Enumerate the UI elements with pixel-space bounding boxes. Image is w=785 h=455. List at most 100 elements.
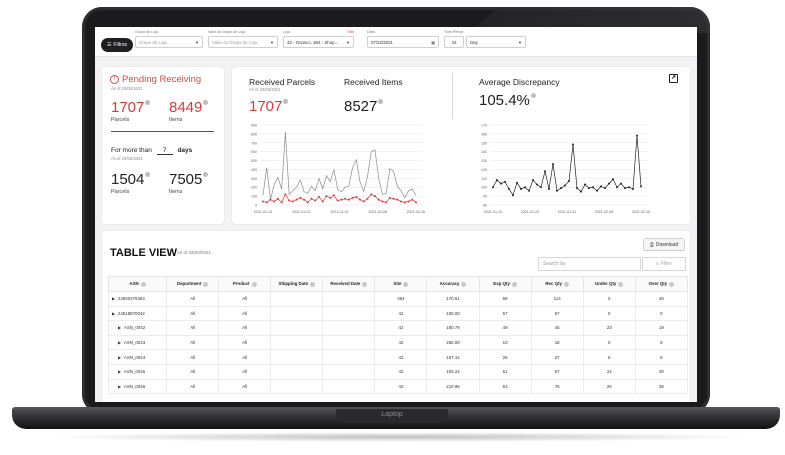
table-row[interactable]: ▶ ASN_0043 All All 42 265.00 10 18 0 8: [107, 334, 689, 351]
period-unit-select[interactable]: Day ▼: [466, 36, 526, 48]
filter-bar: ☰ Filtros Grupo de Loja Grupo de Loja ▼ V…: [95, 27, 697, 57]
expand-row-icon[interactable]: ▶: [118, 370, 121, 374]
expand-row-icon[interactable]: ▶: [112, 312, 115, 316]
table-cell: All: [166, 320, 220, 336]
table-cell: ▶ 24518870042: [107, 305, 168, 322]
info-icon: [145, 172, 151, 177]
search-input[interactable]: Search by: [538, 257, 641, 271]
store-group-select[interactable]: Grupo de Loja ▼: [135, 36, 203, 48]
expand-row-icon[interactable]: ▶: [112, 297, 115, 301]
data-point: [564, 184, 566, 187]
download-icon: ⎙: [649, 241, 654, 248]
column-header[interactable]: Site: [374, 276, 428, 292]
data-point: [377, 198, 380, 201]
column-header[interactable]: ASN: [107, 276, 168, 292]
discrepancy-title: Average Discrepancy: [479, 77, 560, 87]
data-point: [508, 188, 510, 190]
table-cell: [322, 305, 376, 322]
data-point: [588, 187, 590, 190]
table-cell: All: [166, 334, 220, 351]
expand-row-icon[interactable]: ▶: [118, 341, 121, 345]
filter-date: Data 07/22/2021 ▦: [367, 30, 439, 48]
data-point: [310, 197, 313, 200]
info-icon: [251, 281, 257, 287]
date-input[interactable]: 07/22/2021 ▦: [367, 36, 439, 48]
data-point: [584, 183, 586, 186]
table-cell: 0: [582, 334, 636, 351]
column-header[interactable]: Received Date: [322, 276, 376, 292]
received-parcels-title: Received Parcels: [249, 77, 316, 87]
data-point: [572, 143, 574, 146]
data-point: [592, 186, 594, 189]
table-as-of: As of 23/02/2021: [177, 250, 212, 255]
filter-button[interactable]: ≡ Filter: [642, 257, 686, 271]
column-header[interactable]: Department: [166, 276, 220, 292]
time-period-input[interactable]: 42: [444, 36, 464, 48]
dashboard-screen: ☰ Filtros Grupo de Loja Grupo de Loja ▼ V…: [95, 27, 697, 402]
table-row[interactable]: ▶ ASN_0046 All All 42 210.95 63 76 25 36: [107, 378, 689, 395]
data-point: [359, 198, 362, 201]
table-row[interactable]: ▶ 24518870042 All All 42 100.00 57 57 0 0: [107, 305, 689, 322]
data-point: [314, 199, 317, 202]
table-cell: 0: [634, 305, 689, 322]
data-point: [284, 193, 287, 196]
column-header[interactable]: Rec Qty: [530, 276, 584, 292]
table-row[interactable]: ▶ ASN_0042 All All 42 180.79 49 45 23 19: [107, 320, 689, 336]
x-tick-label: 2021-01-23: [521, 210, 539, 214]
store-group-value-select[interactable]: Valor do Grupo de Loja ▼: [208, 36, 278, 48]
data-point: [370, 193, 373, 196]
more-items-value: 7505: [169, 172, 209, 188]
y-tick-label: 170: [481, 124, 487, 128]
pending-parcels-label: Parcels: [111, 117, 130, 123]
table-row[interactable]: ▶ ASN_0045 All All 42 193.24 61 67 24 30: [107, 363, 689, 380]
discrepancy-value: 105.4%: [479, 93, 536, 109]
table-cell: 30: [634, 363, 689, 380]
table-row[interactable]: ▶ ASN_0044 All All 42 157.14 25 27 6 8: [107, 349, 689, 365]
table-cell: All: [218, 291, 272, 307]
data-point: [317, 196, 320, 198]
table-cell: [322, 363, 376, 380]
table-cell: 100.00: [426, 305, 480, 322]
data-point: [580, 190, 582, 193]
info-icon: [461, 281, 467, 287]
days-input[interactable]: 7: [156, 147, 173, 155]
column-header[interactable]: Under Qty: [582, 276, 636, 292]
column-header[interactable]: Accuracy: [426, 276, 480, 292]
expand-row-icon[interactable]: ▶: [118, 356, 121, 360]
store-select[interactable]: 42 - Osasco, 364 - Shop... ▼: [283, 36, 354, 48]
table-cell: 42: [374, 378, 428, 395]
info-icon: [362, 281, 368, 287]
download-button[interactable]: ⎙ Download: [643, 238, 685, 251]
column-header[interactable]: Over Qty: [634, 276, 689, 292]
y-tick-label: 80: [483, 204, 487, 208]
data-point: [280, 201, 283, 204]
more-parcels-label: Parcels: [111, 189, 130, 195]
table-row[interactable]: ▶ 24500376364 All All 364 170.61 68 114 0 46: [107, 291, 689, 307]
table-cell: 18: [530, 334, 584, 351]
column-header[interactable]: Exp Qty: [478, 276, 532, 292]
table-cell: 57: [530, 305, 584, 322]
expand-row-icon[interactable]: ▶: [118, 326, 121, 330]
info-icon: [203, 172, 209, 177]
expand-icon[interactable]: ↗: [669, 74, 678, 83]
data-point: [632, 188, 634, 190]
expand-row-icon[interactable]: ▶: [118, 385, 121, 389]
filters-button[interactable]: ☰ Filtros: [101, 38, 133, 52]
data-point: [532, 179, 534, 182]
column-header[interactable]: Shipping Date: [270, 276, 324, 292]
x-tick-label: 2021-01-14: [484, 210, 502, 214]
y-tick-label: 160: [481, 132, 487, 136]
data-point: [496, 179, 498, 182]
alert-icon: !: [110, 75, 119, 84]
calendar-icon: ▦: [431, 39, 435, 45]
data-point: [288, 199, 291, 202]
filter-store-group: Grupo de Loja Grupo de Loja ▼: [135, 30, 203, 48]
table-cell: All: [166, 305, 220, 322]
data-point: [576, 187, 578, 190]
table-cell: All: [218, 349, 272, 365]
column-header[interactable]: Product: [218, 276, 272, 292]
table-cell: All: [218, 334, 272, 351]
table-cell: All: [166, 363, 220, 380]
filter-store: Loja Obri 42 - Osasco, 364 - Shop... ▼: [283, 30, 354, 48]
chevron-down-icon: ▼: [346, 39, 350, 45]
